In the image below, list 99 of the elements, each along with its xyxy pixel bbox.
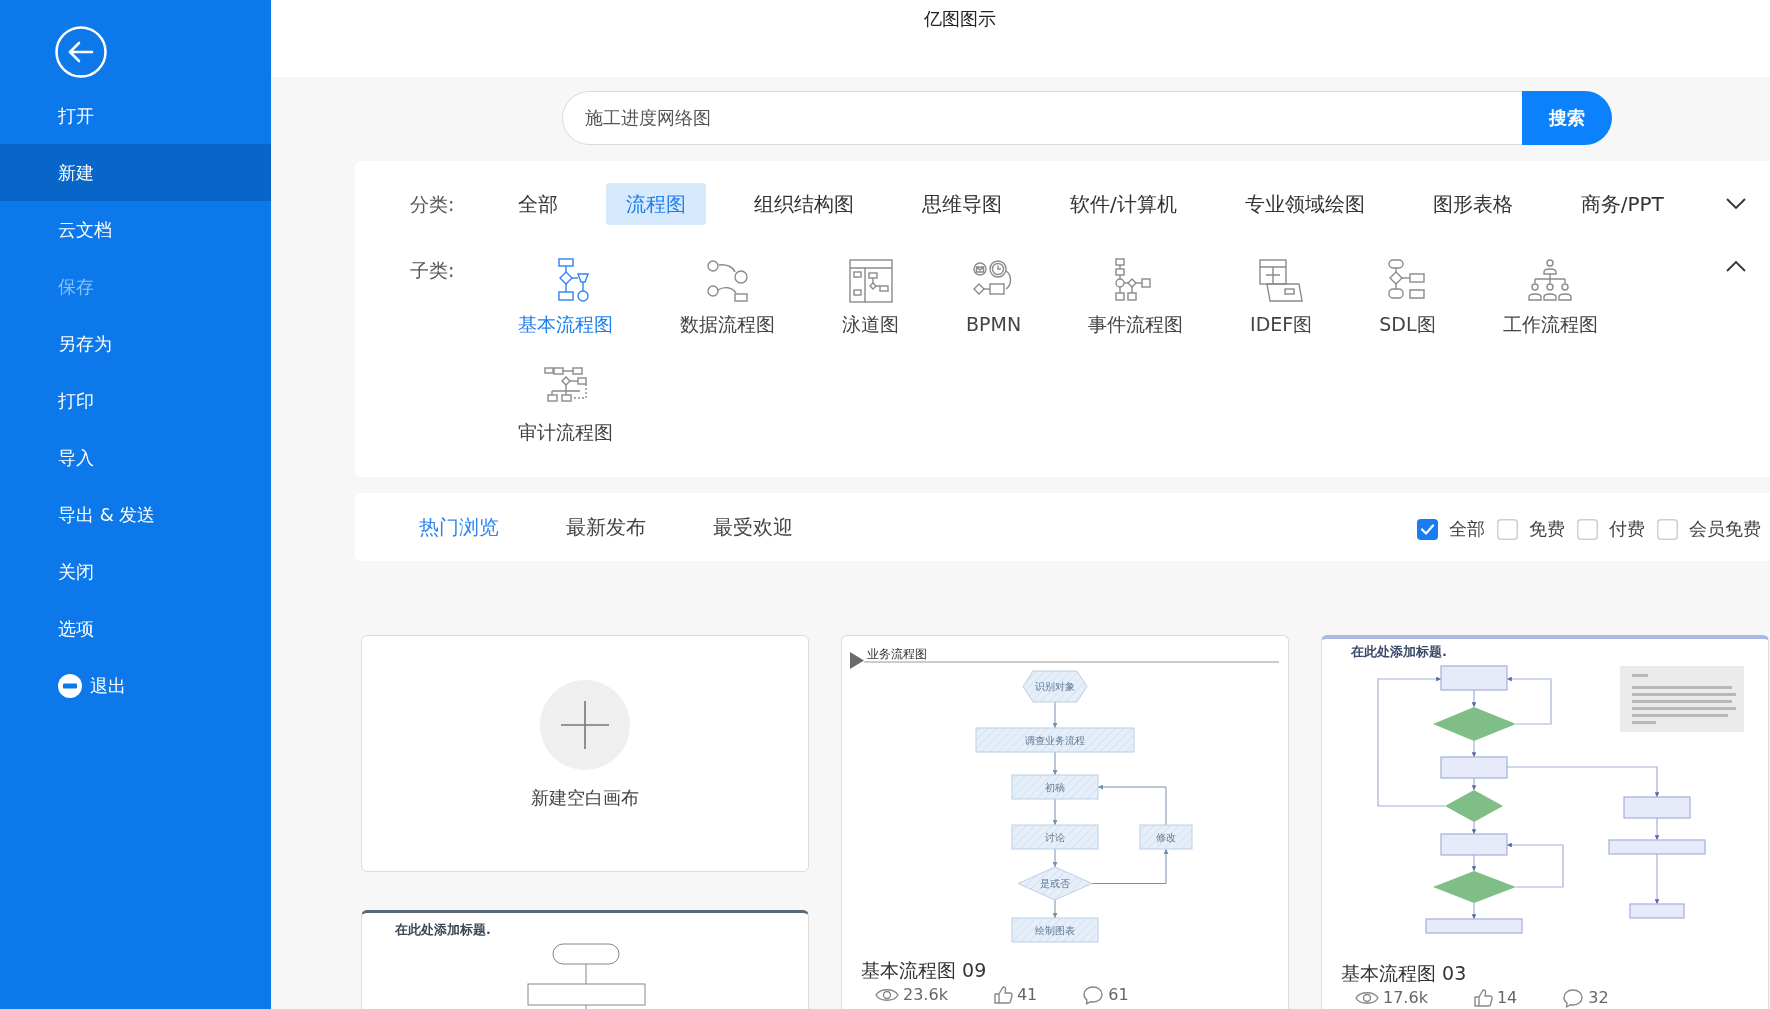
sidebar-item[interactable]: 关闭 [0, 543, 271, 600]
sidebar-item[interactable]: 导入 [0, 429, 271, 486]
window-title: 亿图图示 [924, 8, 996, 29]
new-canvas-card[interactable]: 新建空白画布 [361, 635, 809, 872]
subcategory-item[interactable]: 基本流程图 [518, 257, 613, 335]
eye-icon [1355, 990, 1379, 1006]
triangle-icon [850, 652, 864, 669]
sidebar-item[interactable]: 打开 [0, 87, 271, 144]
checkbox-label[interactable]: 免费 [1529, 517, 1565, 541]
category-tab[interactable]: 专业领域绘图 [1224, 183, 1385, 225]
like-count: 14 [1496, 988, 1518, 1008]
process-node: 绘制图表 [1011, 917, 1099, 943]
category-tab[interactable]: 思维导图 [902, 183, 1022, 225]
process-node [1440, 833, 1508, 856]
process-node [1629, 903, 1685, 919]
connector-arrow [1097, 784, 1167, 826]
connector-arrow [1506, 842, 1564, 888]
comment-icon [1562, 988, 1585, 1008]
tab[interactable]: 热门浏览 [419, 513, 499, 541]
diagram-heading: 在此处添加标题. [1351, 644, 1447, 659]
sidebar-item[interactable]: 另存为 [0, 315, 271, 372]
subcategory-item[interactable]: 审计流程图 [518, 365, 613, 443]
connector-arrow [1471, 777, 1477, 791]
connector-arrow [1052, 899, 1058, 919]
sidebar-item[interactable]: 导出 & 发送 [0, 486, 271, 543]
category-tab[interactable]: 商务/PPT [1560, 183, 1684, 225]
connector-arrow [1471, 821, 1477, 835]
diagram-heading: 业务流程图 [867, 647, 927, 661]
sidebar-item[interactable]: 云文档 [0, 201, 271, 258]
view-count: 17.6k [1383, 988, 1428, 1008]
row-label: 子类: [410, 258, 456, 281]
subcategory-item[interactable]: 数据流程图 [680, 257, 775, 335]
comment-count: 61 [1108, 985, 1129, 1005]
diagram-heading: 在此处添加标题. [395, 922, 491, 937]
thumbs-up-icon [1472, 988, 1493, 1008]
subcategory-item[interactable]: 事件流程图 [1088, 257, 1184, 335]
back-icon [55, 26, 107, 78]
sidebar-item[interactable]: 打印 [0, 372, 271, 429]
tab[interactable]: 最新发布 [566, 513, 646, 541]
process-node: 讨论 [1011, 824, 1099, 850]
checkbox-label[interactable]: 全部 [1449, 517, 1485, 541]
search-button[interactable]: 搜索 [1522, 91, 1612, 145]
search-field[interactable]: 施工进度网络图 [562, 91, 1522, 145]
rounded-node [552, 943, 620, 965]
chevron-down-icon[interactable] [1726, 198, 1746, 210]
hexagon-node: 识别对象 [1022, 670, 1088, 703]
plus-icon [540, 680, 630, 770]
template-title: 基本流程图 03 [1341, 962, 1468, 984]
connector-arrow [1471, 740, 1477, 758]
decision-node [1445, 790, 1503, 822]
row-label: 分类: [410, 193, 456, 215]
stacked-sheets-icon [1257, 257, 1306, 305]
template-card[interactable]: 在此处添加标题. 基本流程图 03 17.6k 14 32 [1321, 635, 1769, 1009]
subcategory-item[interactable]: BPMN [966, 257, 1022, 335]
subcategory-item[interactable]: 泳道图 [842, 257, 899, 335]
connector-arrow [1052, 751, 1058, 776]
sidebar-item[interactable]: 选项 [0, 600, 271, 657]
sidebar-item[interactable]: 退出 [0, 657, 271, 714]
connector-arrow [1052, 701, 1058, 729]
connector-arrow [1471, 854, 1477, 872]
comment-icon [1082, 985, 1105, 1005]
thumbs-up-icon [992, 985, 1013, 1005]
swimlane-icon [846, 257, 895, 305]
eye-icon [875, 987, 899, 1003]
process-node: 初稿 [1011, 774, 1099, 800]
connector-arrow [1471, 689, 1477, 708]
sidebar-item[interactable]: 新建 [0, 144, 271, 201]
back-button[interactable] [55, 26, 107, 78]
category-tab[interactable]: 组织结构图 [734, 183, 874, 225]
checkbox[interactable] [1417, 518, 1438, 540]
connector-arrow [1052, 798, 1058, 826]
checkbox-label[interactable]: 付费 [1609, 517, 1645, 541]
connector-arrow [1052, 848, 1058, 868]
checkbox-label[interactable]: 会员免费 [1689, 517, 1761, 541]
minus-circle-icon [58, 673, 82, 698]
tab[interactable]: 最受欢迎 [713, 513, 793, 541]
template-card[interactable]: 在此处添加标题. [361, 910, 809, 1009]
view-count: 23.6k [903, 985, 948, 1005]
process-node [1623, 796, 1691, 819]
template-title: 基本流程图 09 [861, 959, 988, 981]
connector-arrow [1654, 853, 1660, 905]
connector-arrow [1471, 902, 1477, 920]
chevron-up-icon[interactable] [1726, 260, 1746, 272]
like-count: 41 [1016, 985, 1038, 1005]
subcategory-item[interactable]: SDL图 [1379, 257, 1436, 335]
subcategory-item[interactable]: IDEF图 [1250, 257, 1313, 335]
connector-arrow [1654, 817, 1660, 841]
category-tab[interactable]: 图形表格 [1412, 183, 1533, 225]
subcategory-item[interactable]: 工作流程图 [1502, 257, 1598, 335]
category-tab[interactable]: 全部 [498, 183, 578, 225]
decision-node: 是或否 [1017, 866, 1093, 901]
connector-arrow [1506, 676, 1552, 725]
process-node [1440, 756, 1508, 779]
category-tab[interactable]: 软件/计算机 [1050, 183, 1197, 225]
process-node: 修改 [1139, 824, 1193, 850]
process-node: 调查业务流程 [975, 727, 1135, 753]
template-card[interactable]: 业务流程图 识别对象 调查业务流程 初稿 讨论 修改 是或否 绘制图表 基本流程图 09 23.6k 41 61 [841, 635, 1289, 1009]
comment-count: 32 [1588, 988, 1609, 1008]
process-node [1440, 665, 1508, 691]
